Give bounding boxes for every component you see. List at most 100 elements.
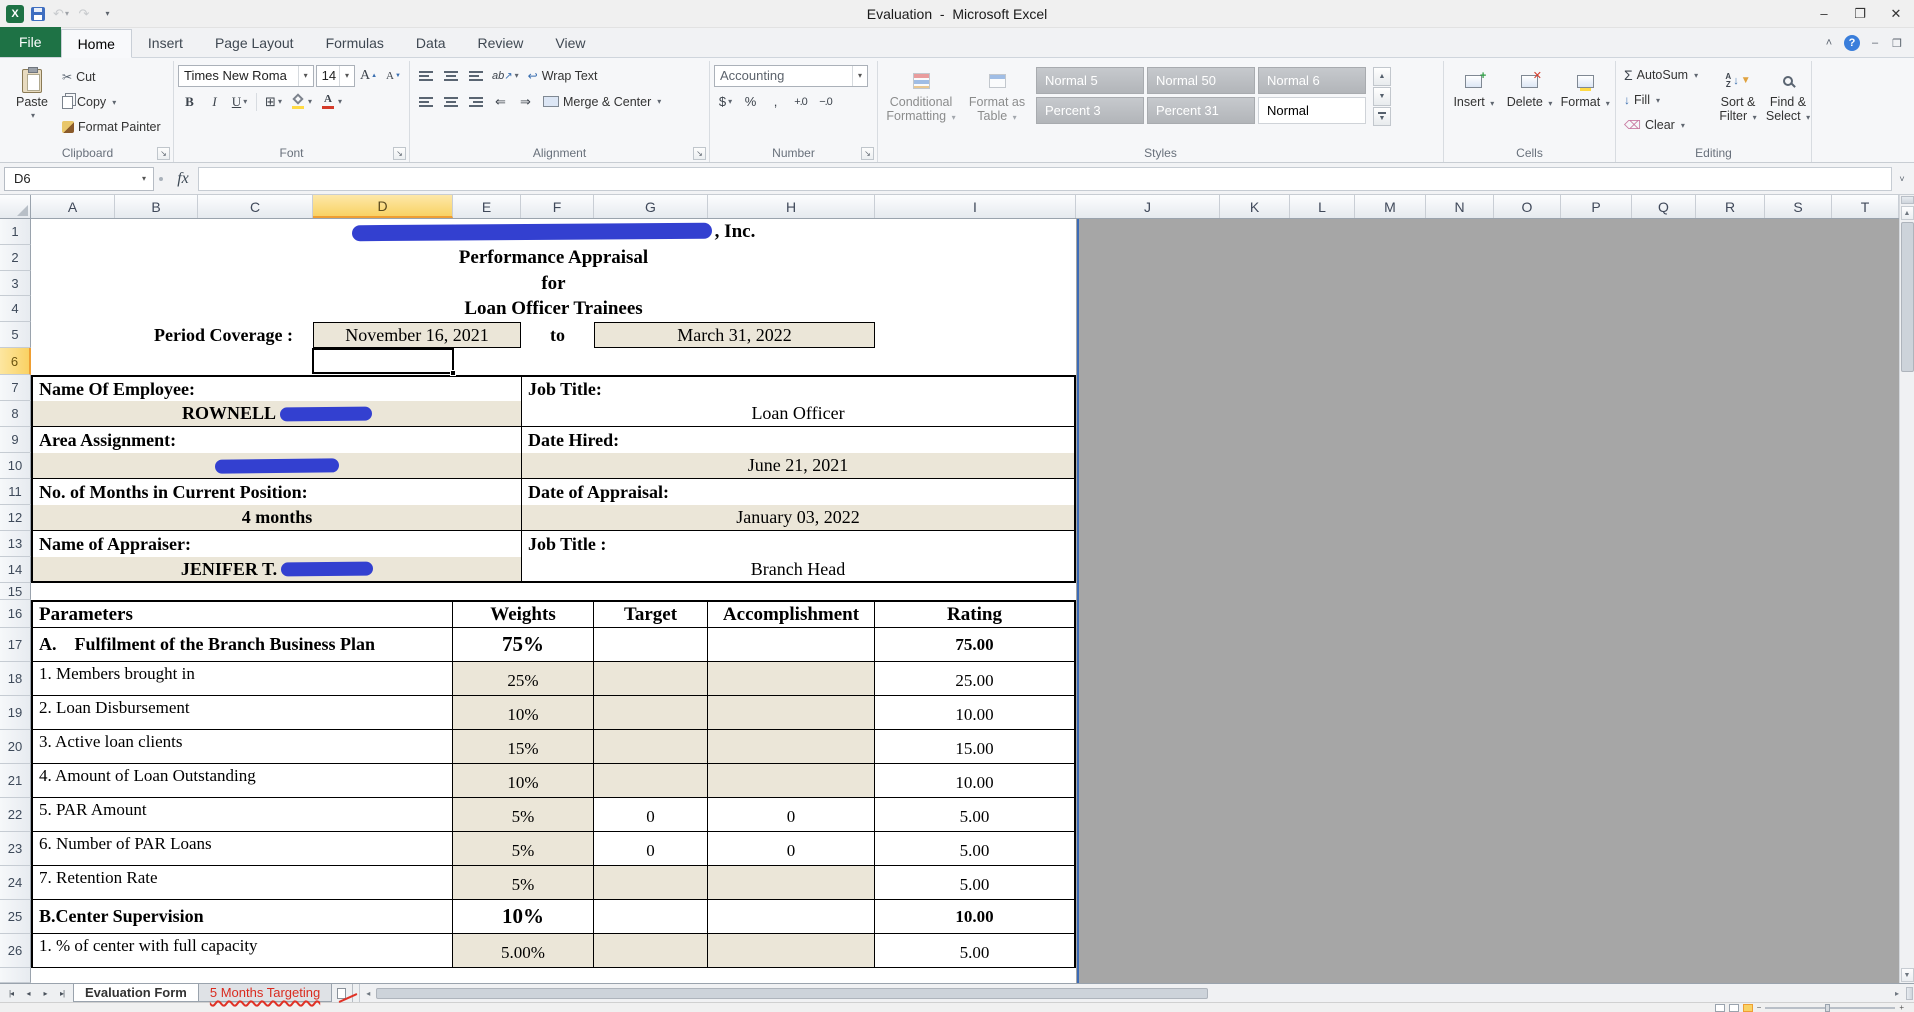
rating-cell[interactable]: 5.00 bbox=[875, 866, 1076, 900]
percent-style-button[interactable]: % bbox=[739, 91, 762, 113]
cell-style-option[interactable]: Percent 3 bbox=[1036, 97, 1144, 124]
accomplishment-cell[interactable] bbox=[708, 662, 875, 696]
weight-cell[interactable]: 10% bbox=[453, 696, 594, 730]
format-cells-button[interactable]: Format ▾ bbox=[1559, 64, 1611, 111]
close-button[interactable]: ✕ bbox=[1878, 1, 1914, 27]
styles-scroll-down-button[interactable]: ▼ bbox=[1373, 87, 1391, 106]
active-cell-selection[interactable] bbox=[312, 348, 456, 376]
number-format-combo[interactable]: Accounting ▾ bbox=[714, 64, 868, 87]
target-cell[interactable] bbox=[594, 900, 708, 934]
sheet-tab[interactable]: 5 Months Targeting bbox=[197, 984, 333, 1002]
info-value-right-cell[interactable]: January 03, 2022 bbox=[521, 505, 1076, 531]
cell-style-option[interactable]: Normal 6 bbox=[1258, 67, 1366, 94]
row-header[interactable] bbox=[0, 968, 31, 983]
weight-cell[interactable]: 5% bbox=[453, 866, 594, 900]
ribbon-tab[interactable]: Insert bbox=[132, 28, 199, 57]
formula-input[interactable] bbox=[198, 166, 1892, 191]
row-header[interactable]: 9 bbox=[0, 427, 31, 453]
horizontal-scrollbar[interactable]: ◂ ▸ bbox=[359, 984, 1914, 1002]
parameter-name-cell[interactable]: 6. Number of PAR Loans bbox=[31, 832, 453, 866]
rating-cell[interactable]: 15.00 bbox=[875, 730, 1076, 764]
weight-cell[interactable]: 75% bbox=[453, 628, 594, 662]
row-header[interactable]: 25 bbox=[0, 900, 31, 934]
expand-formula-bar-button[interactable]: ˅ bbox=[1892, 167, 1912, 191]
accomplishment-header-cell[interactable]: Accomplishment bbox=[708, 600, 875, 628]
increase-decimal-button[interactable]: +.0 bbox=[789, 91, 812, 113]
parameter-name-cell[interactable]: A. Fulfilment of the Branch Business Pla… bbox=[31, 628, 453, 662]
split-handle[interactable] bbox=[1900, 196, 1914, 204]
parameters-header-cell[interactable]: Parameters bbox=[31, 600, 453, 628]
weight-cell[interactable]: 5% bbox=[453, 832, 594, 866]
parameter-name-cell[interactable]: 4. Amount of Loan Outstanding bbox=[31, 764, 453, 798]
paste-button[interactable]: Paste ▾ bbox=[6, 64, 58, 123]
prev-sheet-button[interactable]: ◂ bbox=[20, 989, 36, 998]
column-header[interactable]: H bbox=[708, 195, 875, 218]
row-header[interactable]: 10 bbox=[0, 453, 31, 479]
row-header[interactable]: 12 bbox=[0, 505, 31, 531]
target-cell[interactable] bbox=[594, 764, 708, 798]
info-value-right-cell[interactable]: Loan Officer bbox=[521, 401, 1076, 427]
redo-button[interactable]: ↷ bbox=[75, 4, 93, 24]
period-from-cell[interactable]: November 16, 2021 bbox=[313, 322, 521, 348]
info-label-left-cell[interactable]: Name Of Employee: bbox=[31, 375, 521, 401]
row-header[interactable]: 19 bbox=[0, 696, 31, 730]
ribbon-tab[interactable]: Page Layout bbox=[199, 28, 310, 57]
info-label-left-cell[interactable]: Area Assignment: bbox=[31, 427, 521, 453]
scrollbar-thumb[interactable] bbox=[1900, 222, 1914, 372]
rating-cell[interactable]: 10.00 bbox=[875, 696, 1076, 730]
decrease-indent-button[interactable]: ⇐ bbox=[489, 91, 512, 113]
select-all-corner[interactable] bbox=[0, 195, 31, 218]
column-header[interactable]: G bbox=[594, 195, 708, 218]
row-header[interactable]: 15 bbox=[0, 583, 31, 600]
sort-filter-button[interactable]: A Z ↓ ▼ Sort & Filter ▾ bbox=[1714, 64, 1762, 136]
top-align-button[interactable] bbox=[414, 65, 437, 87]
font-name-combo[interactable]: Times New Roma ▾ bbox=[178, 64, 314, 87]
ribbon-tab[interactable]: Review bbox=[462, 28, 540, 57]
column-header[interactable]: N bbox=[1426, 195, 1494, 218]
scroll-right-arrow[interactable]: ▸ bbox=[1889, 989, 1905, 998]
accomplishment-cell[interactable] bbox=[708, 934, 875, 968]
parameter-name-cell[interactable]: 2. Loan Disbursement bbox=[31, 696, 453, 730]
row-header[interactable]: 11 bbox=[0, 479, 31, 505]
rating-cell[interactable]: 10.00 bbox=[875, 764, 1076, 798]
info-label-right-cell[interactable]: Date Hired: bbox=[521, 427, 1076, 453]
wrap-text-button[interactable]: ↩ Wrap Text bbox=[524, 65, 602, 87]
row-header[interactable]: 3 bbox=[0, 271, 31, 296]
zoom-in-button[interactable]: + bbox=[1899, 1003, 1904, 1012]
parameter-name-cell[interactable]: 1. Members brought in bbox=[31, 662, 453, 696]
column-header[interactable]: O bbox=[1494, 195, 1561, 218]
target-cell[interactable] bbox=[594, 866, 708, 900]
title-cell[interactable]: for bbox=[31, 271, 1076, 296]
parameter-name-cell[interactable]: B.Center Supervision bbox=[31, 900, 453, 934]
conditional-formatting-button[interactable]: Conditional Formatting ▾ bbox=[882, 64, 960, 126]
row-header[interactable]: 8 bbox=[0, 401, 31, 427]
middle-align-button[interactable] bbox=[439, 65, 462, 87]
next-sheet-button[interactable]: ▸ bbox=[37, 989, 53, 998]
parameter-name-cell[interactable]: 5. PAR Amount bbox=[31, 798, 453, 832]
column-header[interactable]: M bbox=[1355, 195, 1426, 218]
sheet-tab[interactable]: Evaluation Form bbox=[73, 984, 199, 1002]
increase-indent-button[interactable]: ⇒ bbox=[514, 91, 537, 113]
font-color-button[interactable]: A ▾ bbox=[317, 91, 345, 113]
info-value-left-cell[interactable]: 4 months bbox=[31, 505, 521, 531]
info-value-left-cell[interactable]: ROWNELL bbox=[31, 401, 521, 427]
weight-cell[interactable]: 5% bbox=[453, 798, 594, 832]
page-break-preview-button[interactable] bbox=[1742, 1003, 1753, 1012]
help-button[interactable]: ? bbox=[1844, 35, 1860, 51]
cell-style-option[interactable]: Normal bbox=[1258, 97, 1366, 124]
find-select-button[interactable]: Find & Select ▾ bbox=[1764, 64, 1812, 136]
row-header[interactable]: 5 bbox=[0, 322, 31, 348]
format-as-table-button[interactable]: Format as Table ▾ bbox=[962, 64, 1032, 126]
accomplishment-cell[interactable] bbox=[708, 696, 875, 730]
target-cell[interactable] bbox=[594, 696, 708, 730]
insert-worksheet-tab[interactable] bbox=[331, 984, 358, 1003]
scrollbar-thumb[interactable] bbox=[376, 987, 1209, 999]
title-cell[interactable]: Loan Officer Trainees bbox=[31, 296, 1076, 322]
row-header[interactable]: 13 bbox=[0, 531, 31, 557]
clear-button[interactable]: ⌫ Clear ▾ bbox=[1620, 114, 1712, 136]
row-header[interactable]: 14 bbox=[0, 557, 31, 583]
workbook-restore-button[interactable]: ❐ bbox=[1890, 37, 1904, 50]
zoom-slider-thumb[interactable] bbox=[1825, 1003, 1831, 1012]
parameter-name-cell[interactable]: 1. % of center with full capacity bbox=[31, 934, 453, 968]
column-header[interactable]: J bbox=[1076, 195, 1220, 218]
